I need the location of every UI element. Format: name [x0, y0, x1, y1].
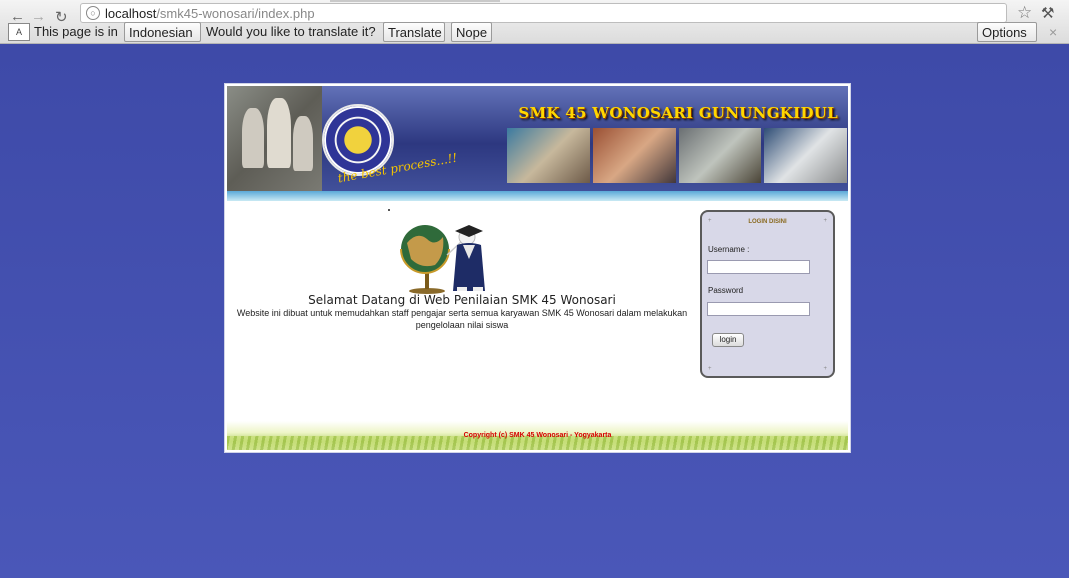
- options-label: Options: [982, 25, 1027, 40]
- wrench-icon[interactable]: ⚒: [1041, 4, 1054, 22]
- translate-button[interactable]: Translate: [383, 22, 445, 42]
- close-icon[interactable]: ×: [1049, 24, 1057, 40]
- footer: Copyright (c) SMK 45 Wonosari - Yogyakar…: [227, 421, 848, 450]
- translate-question: Would you like to translate it?: [206, 24, 376, 39]
- forward-icon[interactable]: →: [31, 8, 46, 25]
- tab-strip: [330, 0, 500, 2]
- username-input[interactable]: [707, 260, 810, 274]
- page-container: the best process...!! SMK 45 WONOSARI GU…: [224, 83, 851, 453]
- page-icon: ○: [86, 6, 100, 20]
- header-title: SMK 45 WONOSARI GUNUNGKIDUL: [518, 104, 838, 122]
- bookmark-star-icon[interactable]: ☆: [1017, 3, 1032, 23]
- main-content: Selamat Datang di Web Penilaian SMK 45 W…: [227, 201, 697, 421]
- corner-dot-icon: +: [823, 366, 827, 372]
- translate-prefix: This page is in: [34, 24, 118, 39]
- header-photo: [678, 128, 762, 183]
- login-box: + + LOGIN DISINI Username : Password log…: [700, 210, 835, 378]
- language-select-value: Indonesian: [129, 25, 193, 40]
- welcome-heading: Selamat Datang di Web Penilaian SMK 45 W…: [308, 293, 616, 307]
- username-label: Username :: [708, 245, 750, 254]
- login-title: LOGIN DISINI: [748, 219, 787, 225]
- corner-dot-icon: +: [708, 366, 712, 372]
- address-bar[interactable]: ○ localhost/smk45-wonosari/index.php: [80, 3, 1007, 23]
- welcome-description: Website ini dibuat untuk memudahkan staf…: [236, 308, 688, 330]
- globe-graduate-illustration: [400, 225, 485, 294]
- url-path: /smk45-wonosari/index.php: [156, 6, 315, 21]
- options-button[interactable]: Options ▾: [977, 22, 1037, 60]
- url-text[interactable]: localhost/smk45-wonosari/index.php: [105, 6, 315, 21]
- divider-dot: [388, 209, 390, 211]
- footer-copyright: Copyright (c) SMK 45 Wonosari - Yogyakar…: [463, 432, 612, 439]
- header-photo: [507, 128, 590, 183]
- header-photo: [592, 128, 676, 183]
- password-input[interactable]: [707, 302, 810, 316]
- url-host: localhost: [105, 6, 157, 21]
- language-select[interactable]: Indonesian ▾: [124, 22, 201, 60]
- header-banner: the best process...!! SMK 45 WONOSARI GU…: [227, 86, 848, 191]
- header-photo-strip: [507, 128, 847, 183]
- header-photo: [764, 128, 847, 183]
- header-stripe: [227, 191, 848, 201]
- translate-icon: A: [8, 23, 30, 41]
- password-label: Password: [708, 286, 744, 295]
- header-photo-students: [227, 86, 322, 191]
- login-button[interactable]: login: [712, 333, 744, 347]
- nope-button[interactable]: Nope: [451, 22, 492, 42]
